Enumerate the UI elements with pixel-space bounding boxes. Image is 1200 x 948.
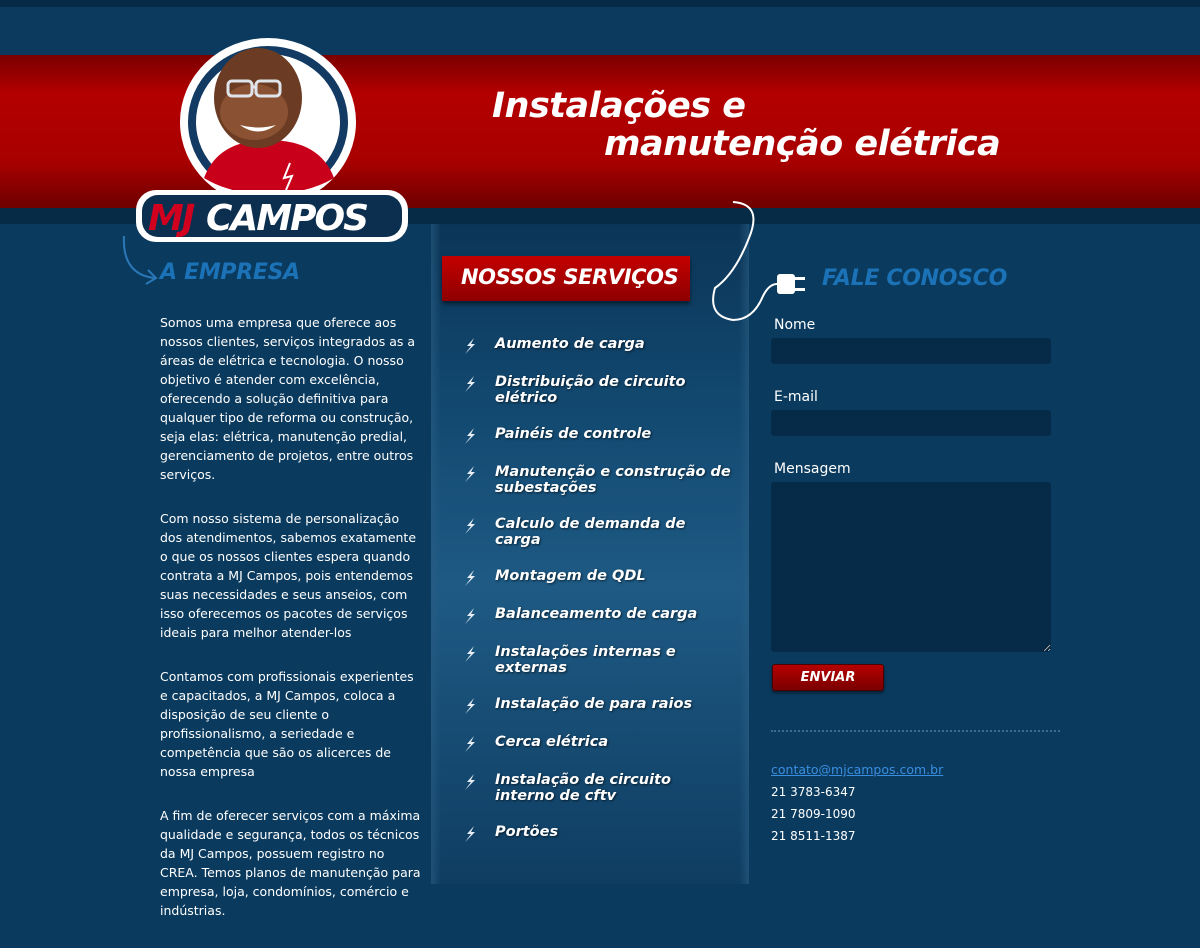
lightning-bolt-icon — [465, 698, 475, 714]
service-item: Montagem de QDL — [463, 568, 733, 586]
service-label: Montagem de QDL — [495, 568, 646, 584]
services-title: NOSSOS SERVIÇOS — [461, 265, 679, 289]
lightning-bolt-icon — [465, 608, 475, 624]
about-paragraph-4: A fim de oferecer serviços com a máxima … — [160, 808, 421, 918]
service-label: Aumento de carga — [495, 336, 645, 352]
slogan-line-1: Instalações e — [492, 86, 746, 126]
contact-info: contato@mjcampos.com.br 21 3783-6347 21 … — [771, 762, 943, 843]
lightning-bolt-icon — [465, 466, 475, 482]
lightning-bolt-icon — [465, 338, 475, 354]
service-label: Instalações internas e externas — [495, 644, 676, 676]
lightning-bolt-icon — [465, 518, 475, 534]
service-item: Manutenção e construção de subestações — [463, 464, 733, 496]
email-label: E-mail — [774, 389, 818, 405]
service-item: Painéis de controle — [463, 426, 733, 444]
contact-title: FALE CONOSCO — [822, 266, 1007, 291]
service-item: Distribuição de circuito elétrico — [463, 374, 733, 406]
slogan-line-2: manutenção elétrica — [604, 124, 1001, 164]
about-paragraph-3: Contamos com profissionais experientes e… — [160, 669, 414, 779]
about-paragraph-1: Somos uma empresa que oferece aos nossos… — [160, 315, 416, 482]
service-item: Instalações internas e externas — [463, 644, 733, 676]
service-item: Balanceamento de carga — [463, 606, 733, 624]
mascot-logo-icon[interactable]: MJ CAMPOS — [132, 28, 412, 243]
lightning-bolt-icon — [465, 826, 475, 842]
lightning-bolt-icon — [465, 428, 475, 444]
plug-cable-icon — [712, 201, 805, 322]
service-label: Portões — [495, 824, 559, 840]
services-panel-edge-left — [431, 224, 441, 884]
phone-number: 21 8511-1387 — [771, 829, 856, 843]
about-section: A EMPRESA Somos uma empresa que oferece … — [160, 260, 425, 920]
lightning-bolt-icon — [465, 570, 475, 586]
send-button[interactable]: ENVIAR — [772, 664, 884, 691]
contact-divider — [771, 730, 1060, 732]
service-item: Instalação de para raios — [463, 696, 733, 714]
service-label: Manutenção e construção de subestações — [495, 464, 731, 496]
top-bar — [0, 0, 1200, 7]
contact-form: Nome E-mail Mensagem — [771, 314, 1051, 652]
service-item: Instalação de circuito interno de cftv — [463, 772, 733, 804]
phone-number: 21 7809-1090 — [771, 807, 856, 821]
services-list: Aumento de carga Distribuição de circuit… — [463, 336, 733, 862]
contact-email-link[interactable]: contato@mjcampos.com.br — [771, 762, 943, 777]
name-label: Nome — [774, 317, 816, 333]
service-label: Distribuição de circuito elétrico — [495, 374, 686, 406]
service-label: Balanceamento de carga — [495, 606, 698, 622]
service-label: Instalação de para raios — [495, 696, 693, 712]
svg-text:CAMPOS: CAMPOS — [206, 198, 367, 239]
service-item: Calculo de demanda de carga — [463, 516, 733, 548]
lightning-bolt-icon — [465, 774, 475, 790]
service-item: Aumento de carga — [463, 336, 733, 354]
message-field[interactable] — [771, 482, 1051, 652]
service-label: Calculo de demanda de carga — [495, 516, 686, 548]
message-label: Mensagem — [774, 461, 851, 477]
email-field[interactable] — [771, 410, 1051, 436]
service-item: Portões — [463, 824, 733, 842]
service-item: Cerca elétrica — [463, 734, 733, 752]
name-field[interactable] — [771, 338, 1051, 364]
phone-number: 21 3783-6347 — [771, 785, 856, 799]
service-label: Cerca elétrica — [495, 734, 609, 750]
lightning-bolt-icon — [465, 646, 475, 662]
about-title: A EMPRESA — [160, 260, 300, 285]
curved-arrow-icon — [122, 235, 158, 285]
service-label: Painéis de controle — [495, 426, 652, 442]
svg-text:MJ: MJ — [148, 198, 195, 239]
service-label: Instalação de circuito interno de cftv — [495, 772, 671, 804]
lightning-bolt-icon — [465, 376, 475, 392]
lightning-bolt-icon — [465, 736, 475, 752]
about-paragraph-2: Com nosso sistema de personalização dos … — [160, 511, 417, 640]
